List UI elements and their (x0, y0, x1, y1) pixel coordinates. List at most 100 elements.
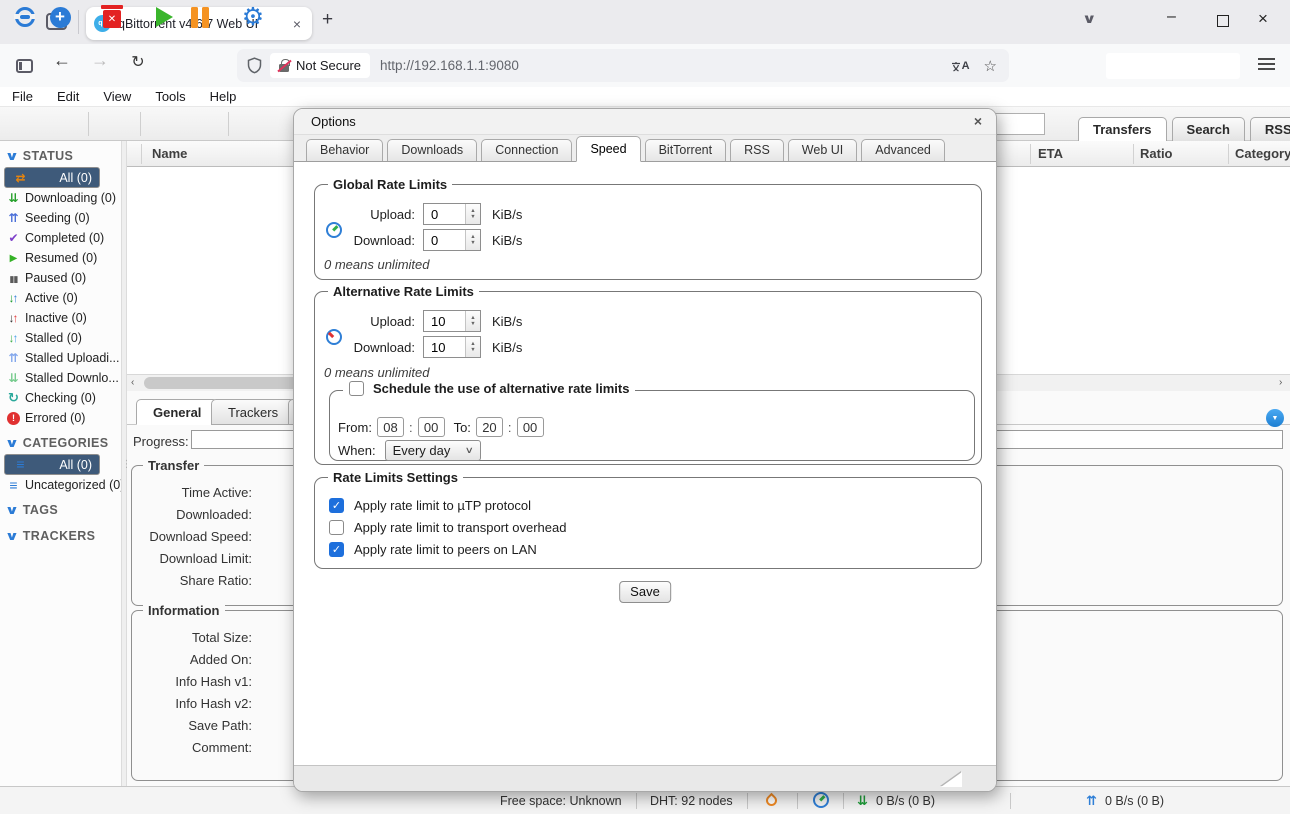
tab-general[interactable]: General (136, 399, 218, 425)
from-hour-input[interactable]: 08 (377, 417, 404, 437)
options-dialog: Options × Behavior Downloads Connection … (293, 108, 997, 792)
status-section-header[interactable]: ∨ STATUS (0, 145, 121, 167)
when-select[interactable]: Every day ∨ (385, 440, 481, 461)
chevrons-up-icon (5, 211, 22, 225)
save-button[interactable]: Save (619, 581, 671, 603)
reload-button[interactable]: ↻ (126, 52, 150, 72)
sidebar-item-stalled-uploading[interactable]: Stalled Uploadi... (0, 348, 121, 368)
filter-sidebar: ∨ STATUS All (0) Downloading (0) Seeding… (0, 141, 121, 786)
add-torrent-link-button[interactable] (12, 0, 38, 34)
save-path-label: Save Path: (132, 715, 252, 737)
rate-limits-settings-fieldset: Rate Limits Settings Apply rate limit to… (314, 477, 982, 569)
bookmark-star-icon[interactable]: ☆ (984, 57, 997, 75)
scroll-right-icon[interactable]: › (1279, 377, 1282, 388)
sidebar-item-stalled[interactable]: Stalled (0) (0, 328, 121, 348)
peers-on-lan-checkbox[interactable] (329, 542, 344, 557)
sidebar-item-active[interactable]: Active (0) (0, 288, 121, 308)
dialog-resize-handle[interactable] (941, 772, 962, 787)
up-down-arrows-icon (5, 311, 22, 325)
spinner-buttons[interactable]: ▲▼ (465, 311, 480, 331)
column-name[interactable]: Name (152, 146, 187, 161)
global-download-limit-input[interactable]: 0 ▲▼ (423, 229, 481, 251)
spinner-buttons[interactable]: ▲▼ (465, 204, 480, 224)
sidebar-toggle-icon[interactable] (16, 59, 33, 73)
url-text[interactable]: http://192.168.1.1:9080 (380, 58, 951, 73)
tab-rss[interactable]: RSS (1250, 117, 1290, 141)
schedule-checkbox[interactable] (349, 381, 364, 396)
tab-transfers[interactable]: Transfers (1078, 117, 1167, 141)
alt-speed-toggle-icon[interactable] (813, 792, 829, 808)
sidebar-item-errored[interactable]: Errored (0) (0, 408, 121, 428)
alt-download-limit-input[interactable]: 10 ▲▼ (423, 336, 481, 358)
sidebar-item-downloading[interactable]: Downloading (0) (0, 188, 121, 208)
pause-button[interactable] (186, 0, 214, 34)
alternative-rate-limits-fieldset: Alternative Rate Limits Upload: 10 ▲▼ Ki… (314, 291, 982, 465)
menu-tools[interactable]: Tools (143, 89, 197, 104)
sidebar-item-completed[interactable]: Completed (0) (0, 228, 121, 248)
to-hour-input[interactable]: 20 (476, 417, 503, 437)
tab-webui[interactable]: Web UI (788, 139, 857, 161)
tab-trackers[interactable]: Trackers (211, 399, 295, 425)
column-ratio[interactable]: Ratio (1140, 146, 1173, 161)
sidebar-item-resumed[interactable]: Resumed (0) (0, 248, 121, 268)
sidebar-item-checking[interactable]: Checking (0) (0, 388, 121, 408)
sidebar-item-inactive[interactable]: Inactive (0) (0, 308, 121, 328)
dialog-close-icon[interactable]: × (970, 113, 986, 129)
tab-rss-options[interactable]: RSS (730, 139, 784, 161)
sidebar-category-all[interactable]: All (0) (4, 454, 100, 475)
menu-help[interactable]: Help (198, 89, 249, 104)
column-category[interactable]: Category (1235, 146, 1290, 161)
tab-connection[interactable]: Connection (481, 139, 572, 161)
transport-overhead-label: Apply rate limit to transport overhead (354, 520, 566, 535)
delete-button[interactable]: ✕ (99, 0, 125, 34)
address-bar[interactable]: Not Secure http://192.168.1.1:9080 A ☆ (237, 49, 1009, 82)
to-minute-input[interactable]: 00 (517, 417, 544, 437)
tab-close-icon[interactable]: × (290, 16, 304, 32)
toolbar-extension-area[interactable] (1106, 53, 1240, 79)
trackers-section-header[interactable]: ∨ TRACKERS (0, 525, 121, 547)
global-upload-limit-input[interactable]: 0 ▲▼ (423, 203, 481, 225)
translate-icon[interactable]: A (951, 60, 970, 72)
tags-section-header[interactable]: ∨ TAGS (0, 499, 121, 521)
shield-icon[interactable] (247, 57, 262, 74)
new-tab-button[interactable]: + (322, 9, 333, 31)
from-minute-input[interactable]: 00 (418, 417, 445, 437)
panel-collapse-icon[interactable] (1266, 409, 1284, 427)
menu-file[interactable]: File (0, 89, 45, 104)
window-minimize-button[interactable]: – (1167, 8, 1176, 26)
tab-bittorrent[interactable]: BitTorrent (645, 139, 727, 161)
utp-rate-limit-checkbox[interactable] (329, 498, 344, 513)
back-button[interactable]: ← (50, 50, 74, 71)
sidebar-item-seeding[interactable]: Seeding (0) (0, 208, 121, 228)
options-button[interactable]: ⚙ (239, 0, 267, 34)
pause-icon (5, 271, 22, 286)
tab-speed[interactable]: Speed (576, 136, 640, 162)
sidebar-item-paused[interactable]: Paused (0) (0, 268, 121, 288)
transport-overhead-checkbox[interactable] (329, 520, 344, 535)
spinner-buttons[interactable]: ▲▼ (465, 337, 480, 357)
menu-view[interactable]: View (91, 89, 143, 104)
sidebar-item-stalled-downloading[interactable]: Stalled Downlo... (0, 368, 121, 388)
resume-button[interactable] (151, 0, 177, 34)
categories-section-header[interactable]: ∨ CATEGORIES (0, 432, 121, 454)
security-chip[interactable]: Not Secure (270, 53, 370, 78)
when-label: When: (338, 443, 376, 458)
download-limit-label: Download Limit: (132, 548, 252, 570)
tab-downloads[interactable]: Downloads (387, 139, 477, 161)
tab-advanced[interactable]: Advanced (861, 139, 945, 161)
window-maximize-button[interactable] (1217, 15, 1229, 27)
spinner-buttons[interactable]: ▲▼ (465, 230, 480, 250)
column-eta[interactable]: ETA (1038, 146, 1063, 161)
scroll-left-icon[interactable]: ‹ (131, 377, 134, 388)
tab-behavior[interactable]: Behavior (306, 139, 383, 161)
tab-search[interactable]: Search (1172, 117, 1245, 141)
sidebar-item-all[interactable]: All (0) (4, 167, 100, 188)
sidebar-category-uncategorized[interactable]: Uncategorized (0) (0, 475, 121, 495)
add-torrent-file-button[interactable]: + (47, 0, 73, 34)
menu-hamburger-icon[interactable] (1258, 63, 1275, 65)
menu-edit[interactable]: Edit (45, 89, 91, 104)
window-close-button[interactable]: × (1258, 9, 1268, 29)
dialog-title-bar[interactable]: Options × (294, 109, 996, 135)
tab-list-chevron-icon[interactable]: ∨ (1082, 11, 1097, 27)
alt-upload-limit-input[interactable]: 10 ▲▼ (423, 310, 481, 332)
